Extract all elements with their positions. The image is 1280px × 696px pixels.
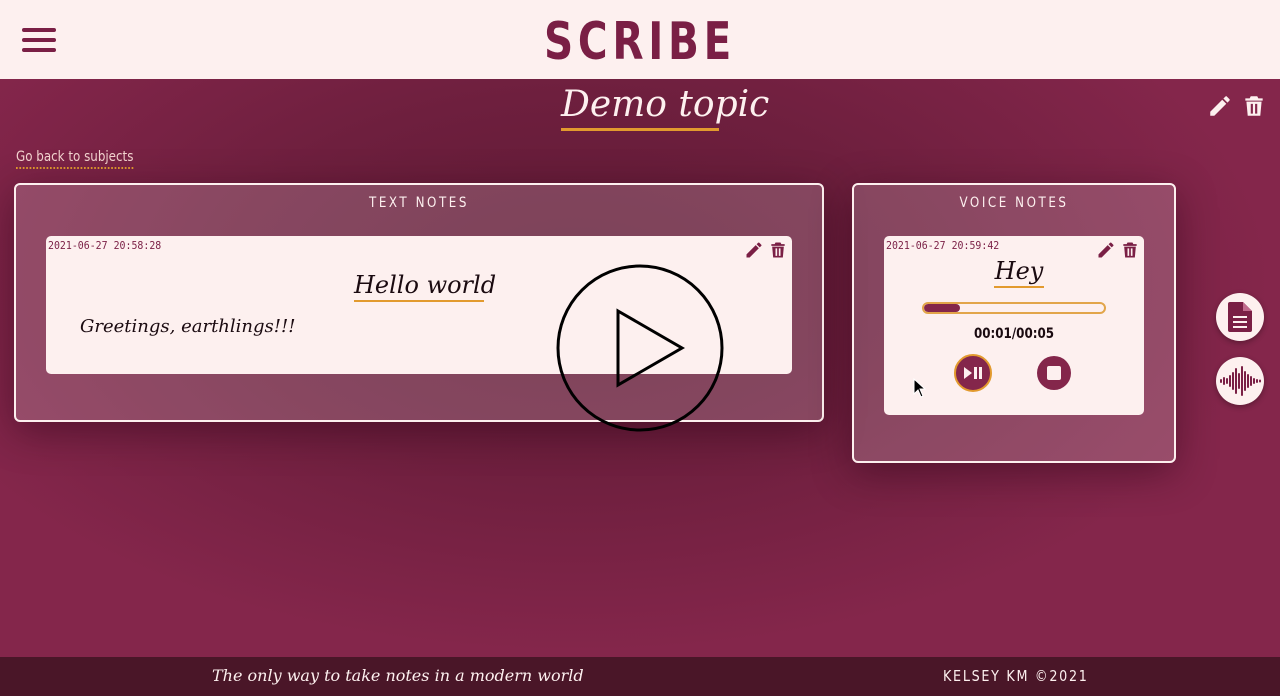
add-text-note-button[interactable] <box>1216 293 1264 341</box>
stop-icon <box>1047 366 1061 380</box>
delete-voice-note-trash-icon[interactable] <box>1120 240 1140 260</box>
hamburger-menu-icon[interactable] <box>22 28 56 52</box>
edit-note-pencil-icon[interactable] <box>744 240 764 260</box>
footer: The only way to take notes in a modern w… <box>0 657 1280 696</box>
audio-time-readout: 00:01/00:05 <box>973 326 1055 342</box>
mouse-cursor-icon <box>913 378 927 398</box>
stop-button[interactable] <box>1037 356 1071 390</box>
note-title: Hello world <box>354 270 496 302</box>
note-actions <box>744 240 788 260</box>
delete-topic-trash-icon[interactable] <box>1241 93 1267 119</box>
play-pause-icon <box>964 367 982 379</box>
edit-topic-pencil-icon[interactable] <box>1207 93 1233 119</box>
play-pause-button[interactable] <box>954 354 992 392</box>
sound-wave-icon <box>1220 366 1261 396</box>
topic-title: Demo topic <box>561 82 769 131</box>
voice-notes-panel: VOICE NOTES 2021-06-27 20:59:42 Hey 00:0… <box>852 183 1176 463</box>
document-icon <box>1228 302 1252 332</box>
back-to-subjects-link[interactable]: Go back to subjects <box>16 148 134 169</box>
text-notes-heading: TEXT NOTES <box>369 195 469 211</box>
topic-actions <box>1207 93 1267 119</box>
voice-notes-heading: VOICE NOTES <box>959 195 1069 211</box>
footer-tagline: The only way to take notes in a modern w… <box>212 666 584 685</box>
footer-copyright: KELSEY KM ©2021 <box>943 667 1089 685</box>
voice-note-actions <box>1096 240 1140 260</box>
voice-note-timestamp: 2021-06-27 20:59:42 <box>886 239 1000 252</box>
voice-note-title: Hey <box>994 256 1044 288</box>
app-logo: SCRIBE <box>543 12 737 72</box>
video-play-icon[interactable] <box>556 264 726 434</box>
add-voice-note-button[interactable] <box>1216 357 1264 405</box>
audio-progress-fill <box>924 304 960 312</box>
header: SCRIBE <box>0 0 1280 79</box>
audio-progress-bar[interactable] <box>922 302 1106 314</box>
note-body: Greetings, earthlings!!! <box>80 316 296 337</box>
note-timestamp: 2021-06-27 20:58:28 <box>48 239 162 252</box>
edit-voice-note-pencil-icon[interactable] <box>1096 240 1116 260</box>
delete-note-trash-icon[interactable] <box>768 240 788 260</box>
